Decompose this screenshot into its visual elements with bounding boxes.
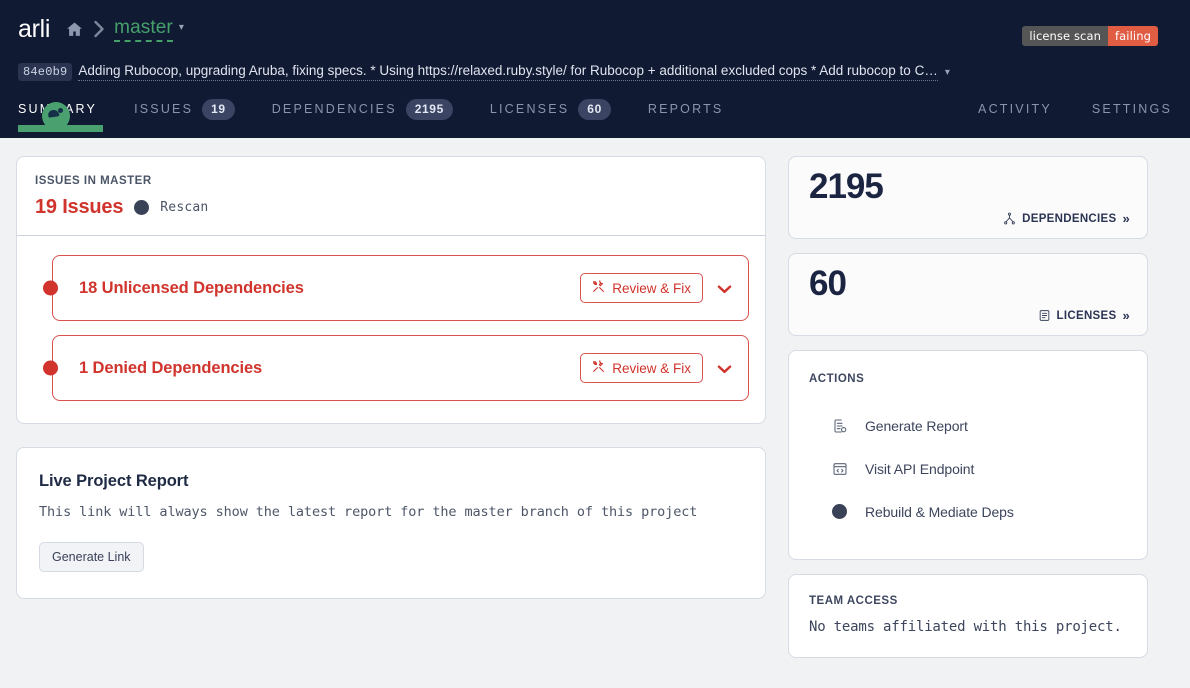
home-icon[interactable] <box>64 19 84 39</box>
live-report-title: Live Project Report <box>39 472 189 490</box>
issue-row-actions: Review & Fix <box>580 353 734 383</box>
action-generate-report-label: Generate Report <box>865 417 968 434</box>
tab-issues-count: 19 <box>202 98 235 120</box>
issues-panel-kicker: ISSUES IN MASTER <box>35 175 152 187</box>
issue-title: 1 Denied Dependencies <box>79 358 263 377</box>
branch-name[interactable]: master <box>114 17 173 42</box>
dependencies-count: 2195 <box>809 167 884 206</box>
team-access-kicker: TEAM ACCESS <box>809 595 898 607</box>
licenses-link-label: LICENSES <box>1056 309 1117 322</box>
commit-message[interactable]: Adding Rubocop, upgrading Aruba, fixing … <box>78 63 938 81</box>
expand-chevron-down-icon[interactable] <box>715 360 734 377</box>
commit-sha[interactable]: 84e0b9 <box>18 63 73 81</box>
review-and-fix-button[interactable]: Review & Fix <box>580 273 703 303</box>
tools-icon <box>592 280 605 296</box>
issue-row[interactable]: 1 Denied Dependencies Review & Fix <box>43 335 749 401</box>
tab-activity-label: ACTIVITY <box>978 102 1052 116</box>
action-visit-api-endpoint-label: Visit API Endpoint <box>865 460 975 477</box>
licenses-link[interactable]: LICENSES » <box>1038 308 1130 323</box>
rescan-button-label[interactable]: Rescan <box>160 200 208 215</box>
issues-panel-header: ISSUES IN MASTER 19 Issues Rescan <box>17 157 765 236</box>
tab-licenses-label: LICENSES <box>489 102 570 116</box>
issue-row-actions: Review & Fix <box>580 273 734 303</box>
issue-severity-dot-icon <box>43 360 58 376</box>
review-and-fix-label: Review & Fix <box>612 280 691 296</box>
action-rebuild-mediate-deps[interactable]: Rebuild & Mediate Deps <box>809 490 1127 533</box>
action-generate-report[interactable]: Generate Report <box>809 404 1127 447</box>
breadcrumb-row: arli master ▾ license scan failing <box>0 0 1190 58</box>
dependencies-link[interactable]: DEPENDENCIES » <box>1003 211 1130 226</box>
tab-dependencies-label: DEPENDENCIES <box>271 102 397 116</box>
generate-link-button[interactable]: Generate Link <box>39 542 144 572</box>
commit-row: 84e0b9 Adding Rubocop, upgrading Aruba, … <box>0 58 1190 86</box>
issues-list: 18 Unlicensed Dependencies Review & Fix … <box>17 236 765 423</box>
tab-settings-label: SETTINGS <box>1091 102 1172 116</box>
tab-reports[interactable]: REPORTS <box>648 86 724 132</box>
issues-count-label: 19 Issues <box>35 196 124 218</box>
code-window-icon <box>831 460 848 477</box>
status-badge: license scan failing <box>1022 26 1158 46</box>
sidebar-column: 2195 DEPENDENCIES » 60 LICENSES » ACTION… <box>788 156 1148 658</box>
issue-severity-dot-icon <box>43 280 58 296</box>
live-report-description: This link will always show the latest re… <box>39 504 698 520</box>
review-and-fix-button[interactable]: Review & Fix <box>580 353 703 383</box>
action-rebuild-mediate-deps-label: Rebuild & Mediate Deps <box>865 503 1014 520</box>
issues-panel: ISSUES IN MASTER 19 Issues Rescan 18 Unl… <box>16 156 766 424</box>
tab-licenses[interactable]: LICENSES 60 <box>490 86 611 132</box>
tab-dependencies[interactable]: DEPENDENCIES 2195 <box>272 86 453 132</box>
branch-dropdown-caret-icon[interactable]: ▾ <box>179 22 184 33</box>
tab-licenses-count: 60 <box>578 98 611 120</box>
tab-issues[interactable]: ISSUES 19 <box>134 86 235 132</box>
chevron-double-right-icon: » <box>1122 308 1130 323</box>
mascot-badge-icon <box>42 102 70 130</box>
main-column: ISSUES IN MASTER 19 Issues Rescan 18 Unl… <box>16 156 766 599</box>
tab-reports-label: REPORTS <box>647 102 724 116</box>
page-content: ISSUES IN MASTER 19 Issues Rescan 18 Unl… <box>0 138 1190 658</box>
tab-bar-right-group: ACTIVITY SETTINGS <box>938 86 1172 132</box>
expand-chevron-down-icon[interactable] <box>715 280 734 297</box>
status-badge-value: failing <box>1108 26 1158 46</box>
status-badge-label: license scan <box>1022 26 1109 46</box>
dependencies-stat-card[interactable]: 2195 DEPENDENCIES » <box>788 156 1148 239</box>
issues-summary-row: 19 Issues Rescan <box>35 196 747 219</box>
top-navigation-bar: arli master ▾ license scan failing 84e0b… <box>0 0 1190 138</box>
dependency-tree-icon <box>1003 212 1016 225</box>
review-and-fix-label: Review & Fix <box>612 360 691 376</box>
actions-panel-kicker: ACTIONS <box>809 373 865 385</box>
issue-title: 18 Unlicensed Dependencies <box>79 278 304 297</box>
document-report-icon <box>831 417 848 434</box>
action-visit-api-endpoint[interactable]: Visit API Endpoint <box>809 447 1127 490</box>
tab-activity[interactable]: ACTIVITY <box>978 86 1052 132</box>
chevron-double-right-icon: » <box>1122 211 1130 226</box>
licenses-stat-card[interactable]: 60 LICENSES » <box>788 253 1148 336</box>
commit-dropdown-caret-icon[interactable]: ▾ <box>945 67 950 78</box>
breadcrumb-separator-icon <box>86 19 112 39</box>
rescan-circle-icon[interactable] <box>134 200 150 215</box>
tab-bar: SUMMARY ISSUES 19 DEPENDENCIES 2195 LICE… <box>0 86 1190 132</box>
team-access-panel: TEAM ACCESS No teams affiliated with thi… <box>788 574 1148 658</box>
live-project-report-panel: Live Project Report This link will alway… <box>16 447 766 599</box>
tab-issues-label: ISSUES <box>134 102 194 116</box>
tab-settings[interactable]: SETTINGS <box>1092 86 1172 132</box>
licenses-count: 60 <box>809 264 847 303</box>
dependencies-link-label: DEPENDENCIES <box>1022 212 1117 225</box>
actions-panel: ACTIONS Generate Report Visit API Endpoi… <box>788 350 1148 560</box>
filled-circle-icon <box>831 503 848 520</box>
tools-icon <box>592 360 605 376</box>
brand-logo[interactable]: arli <box>18 16 50 42</box>
tab-dependencies-count: 2195 <box>405 98 453 120</box>
issue-row[interactable]: 18 Unlicensed Dependencies Review & Fix <box>43 255 749 321</box>
team-access-text: No teams affiliated with this project. <box>809 619 1122 635</box>
license-clipboard-icon <box>1038 309 1051 322</box>
